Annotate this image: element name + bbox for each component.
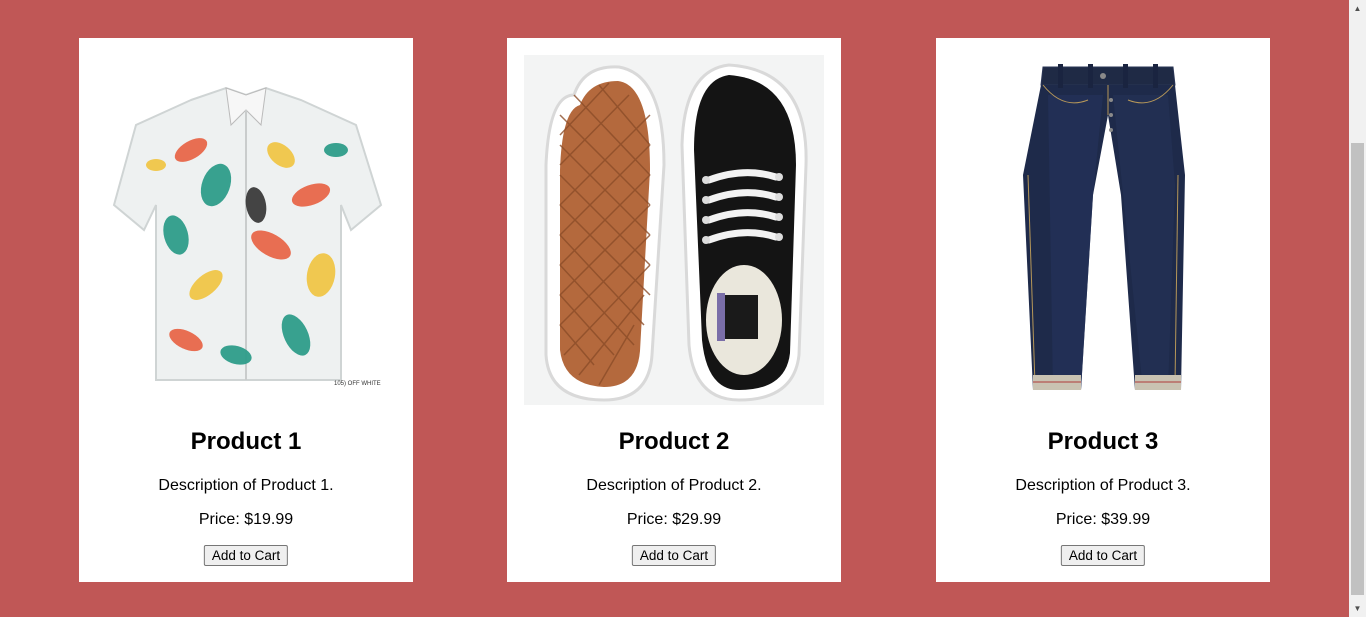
product-description: Description of Product 1. bbox=[158, 477, 334, 494]
add-to-cart-button[interactable]: Add to Cart bbox=[203, 545, 289, 566]
sneakers-image[interactable] bbox=[524, 55, 824, 405]
product-title: Product 1 bbox=[190, 428, 302, 455]
scroll-up-arrow-icon[interactable]: ▲ bbox=[1349, 0, 1366, 17]
product-price: Price: $19.99 bbox=[198, 511, 294, 528]
hawaiian-shirt-image[interactable]: 105) OFF WHITE bbox=[96, 55, 396, 405]
add-to-cart-button[interactable]: Add to Cart bbox=[631, 545, 717, 566]
product-card-3: Product 3 Description of Product 3. Pric… bbox=[936, 38, 1270, 582]
product-price: Price: $39.99 bbox=[1055, 511, 1151, 528]
product-title: Product 2 bbox=[618, 428, 730, 455]
scrollbar-thumb[interactable] bbox=[1351, 143, 1364, 595]
add-to-cart-button[interactable]: Add to Cart bbox=[1060, 545, 1146, 566]
product-card-1: 105) OFF WHITE Product 1 Description of … bbox=[79, 38, 413, 582]
product-card-2: Product 2 Description of Product 2. Pric… bbox=[507, 38, 841, 582]
product-title: Product 3 bbox=[1047, 428, 1159, 455]
product-page: 105) OFF WHITE Product 1 Description of … bbox=[0, 0, 1366, 617]
shirt-image-caption: 105) OFF WHITE bbox=[334, 381, 381, 387]
jeans-image[interactable] bbox=[953, 55, 1253, 405]
product-description: Description of Product 2. bbox=[586, 477, 762, 494]
vertical-scrollbar[interactable]: ▲ ▼ bbox=[1349, 0, 1366, 617]
scroll-down-arrow-icon[interactable]: ▼ bbox=[1349, 600, 1366, 617]
product-price: Price: $29.99 bbox=[626, 511, 722, 528]
product-description: Description of Product 3. bbox=[1015, 477, 1191, 494]
